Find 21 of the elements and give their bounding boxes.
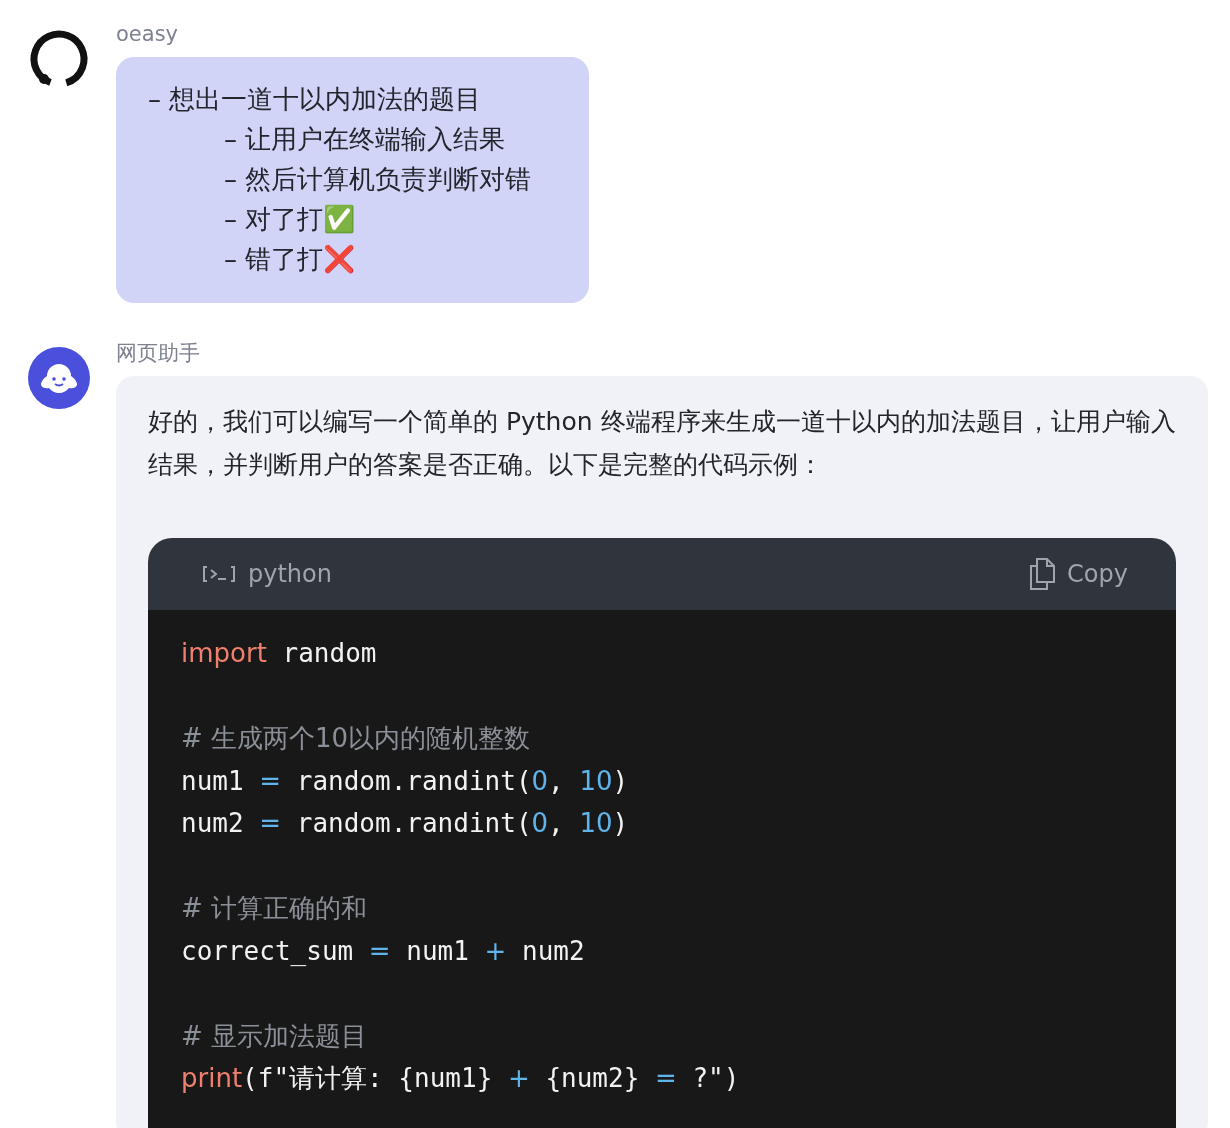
code-line: correct_sum = num1 + num2 xyxy=(181,934,586,968)
code-line: num2 = random.randint(0, 10) xyxy=(181,807,630,840)
code-line: num1 = random.randint(0, 10) xyxy=(181,764,630,798)
code-line: print(f"请计算: {num1} + {num2} = ?") xyxy=(181,1062,741,1095)
sender-name: 网页助手 xyxy=(116,340,201,367)
list-item: – 然后计算机负责判断对错 xyxy=(223,163,533,196)
code-line: # 生成两个10以内的随机整数 xyxy=(181,722,532,755)
sender-name: oeasy xyxy=(116,21,179,48)
copy-button[interactable]: Copy xyxy=(1029,556,1128,592)
code-line: import random xyxy=(181,637,378,670)
code-line: # 计算正确的和 xyxy=(181,892,369,925)
ghost-avatar-icon xyxy=(27,346,91,410)
list-item: – 对了打✅ xyxy=(223,203,357,236)
terminal-icon xyxy=(202,565,236,583)
copy-icon xyxy=(1029,558,1056,590)
list-item: – 错了打❌ xyxy=(223,243,357,276)
message-paragraph: 好的，我们可以编写一个简单的 Python 终端程序来生成一道十以内的加法题目，让用户输入结果，并判断用户的答案是否正确。以下是完整的代码示例： xyxy=(148,406,1176,481)
language-label: python xyxy=(248,559,332,590)
list-item: – 想出一道十以内加法的题目 xyxy=(148,83,483,116)
list-item: – 让用户在终端输入结果 xyxy=(223,123,507,156)
code-line: # 显示加法题目 xyxy=(181,1019,369,1053)
